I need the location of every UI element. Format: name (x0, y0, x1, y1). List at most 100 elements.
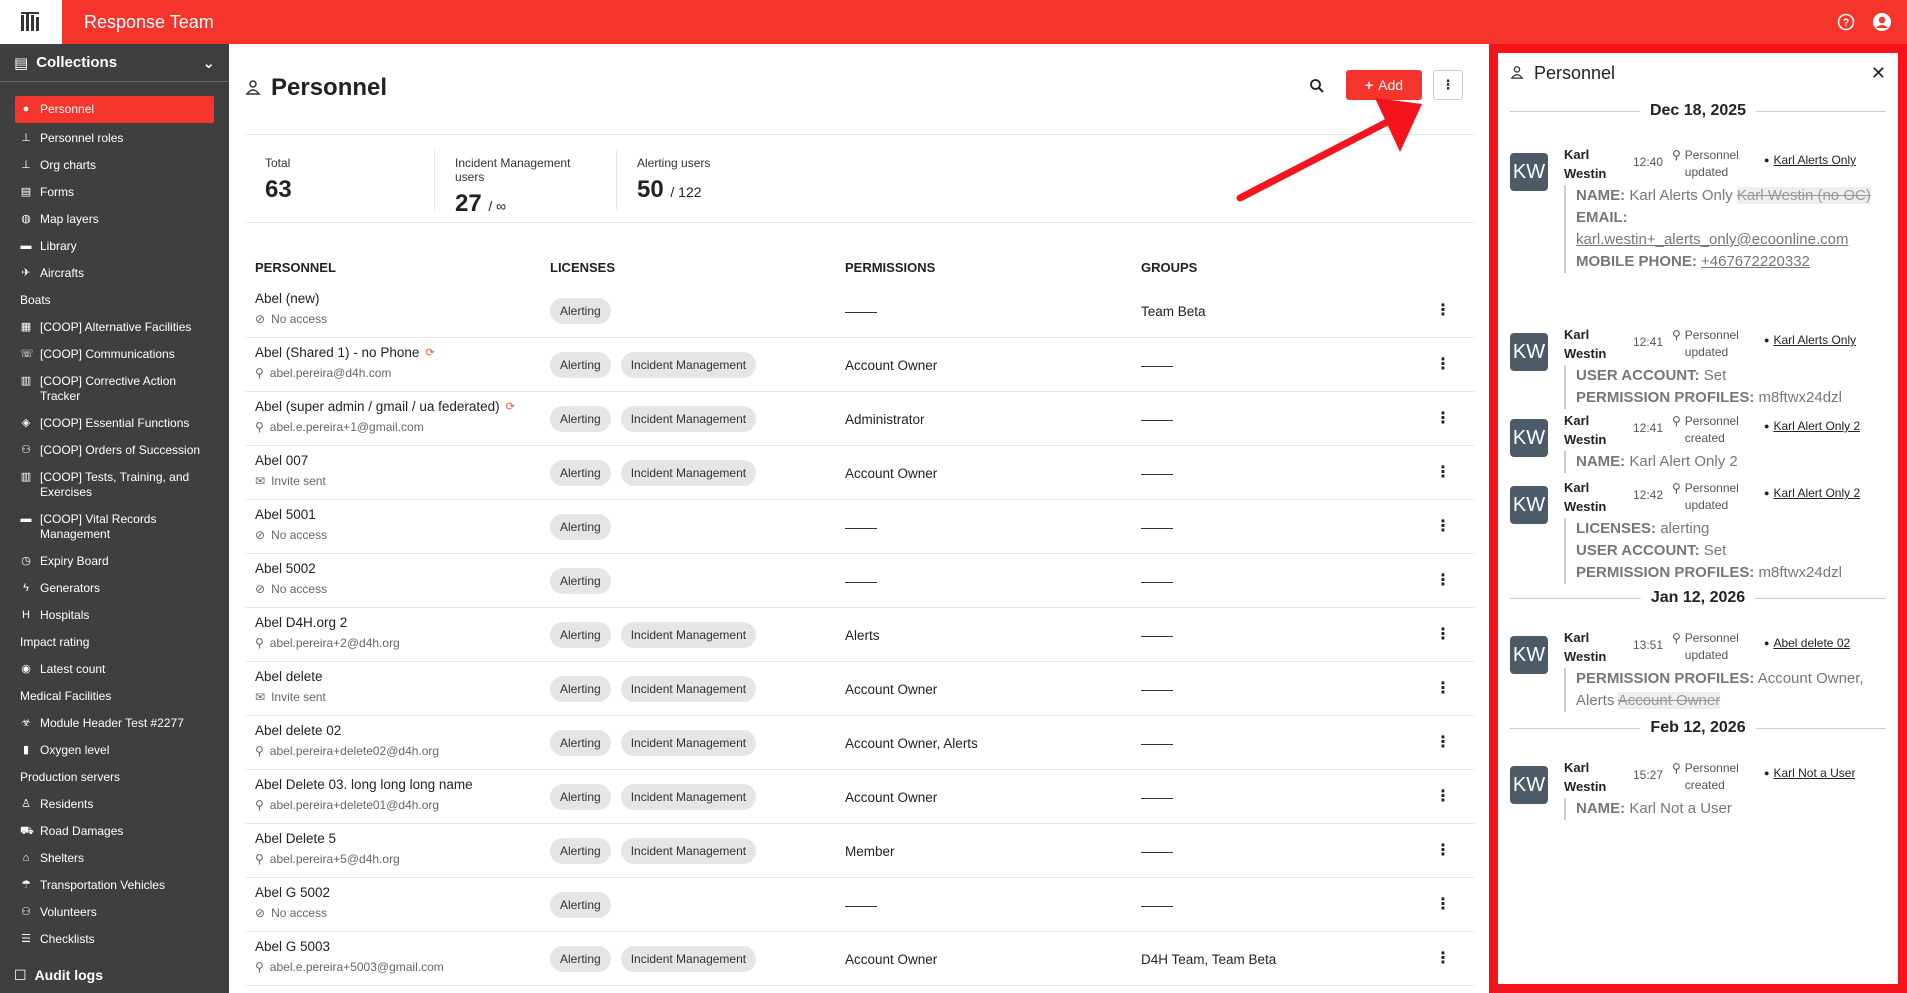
sidebar-item-coop-tests-training-and-exercises[interactable]: ▥ [COOP] Tests, Training, and Exercises (15, 464, 214, 506)
personnel-name[interactable]: Abel delete (255, 669, 323, 684)
detail-value[interactable]: karl.westin+_alerts_only@ecoonline.com (1576, 231, 1848, 248)
sidebar-item-label: Latest count (40, 662, 106, 676)
table-row[interactable]: Abel 5002 ⊘ No access Alerting ⋮ (245, 554, 1475, 608)
personnel-status: ✉ Invite sent (255, 474, 326, 488)
table-row[interactable]: Abel delete ✉ Invite sent Alerting Incident … (245, 662, 1475, 716)
sidebar-item-impact-rating[interactable]: Impact rating (15, 629, 214, 656)
help-circle-icon[interactable]: ? (1835, 11, 1857, 33)
sidebar-item-hospitals[interactable]: H Hospitals (15, 602, 214, 629)
column-groups[interactable]: GROUPS (1141, 260, 1197, 275)
sidebar-item-transportation-vehicles[interactable]: ☂ Transportation Vehicles (15, 872, 214, 899)
sidebar-item-generators[interactable]: ϟ Generators (15, 575, 214, 602)
personnel-name[interactable]: Abel 5002 (255, 561, 316, 576)
personnel-name[interactable]: Abel 5001 (255, 507, 316, 522)
sidebar-item-oxygen-level[interactable]: ▮ Oxygen level (15, 737, 214, 764)
sidebar-item-label: Aircrafts (40, 266, 85, 280)
sidebar-item-coop-corrective-action-tracker[interactable]: ▥ [COOP] Corrective Action Tracker (15, 368, 214, 410)
sidebar-item-forms[interactable]: ▤ Forms (15, 179, 214, 206)
row-menu-icon[interactable]: ⋮ (1435, 354, 1451, 374)
row-menu-icon[interactable]: ⋮ (1435, 948, 1451, 968)
row-menu-icon[interactable]: ⋮ (1435, 840, 1451, 860)
sidebar-item-personnel-roles[interactable]: ⊥ Personnel roles (15, 125, 214, 152)
sidebar-item-road-damages[interactable]: ⛟ Road Damages (15, 818, 214, 845)
table-row[interactable]: Abel 5001 ⊘ No access Alerting ⋮ (245, 500, 1475, 554)
sidebar-item-library[interactable]: ▬ Library (15, 233, 214, 260)
person-icon: ⚲ (255, 852, 264, 866)
sidebar-item-latest-count[interactable]: ◉ Latest count (15, 656, 214, 683)
close-icon[interactable]: ✕ (1871, 63, 1886, 84)
table-row[interactable]: Abel G 5003 ⚲ abel.e.pereira+5003@gmail.co… (245, 932, 1475, 986)
personnel-name[interactable]: Abel Delete 5 (255, 831, 336, 846)
table-row[interactable]: Abel Delete 5 ⚲ abel.pereira+5@d4h.org Aler… (245, 824, 1475, 878)
personnel-name[interactable]: Abel (new) (255, 291, 320, 306)
date-label: Dec 18, 2025 (1649, 102, 1747, 119)
column-permissions[interactable]: PERMISSIONS (845, 260, 935, 275)
sidebar-item-coop-essential-functions[interactable]: ◈ [COOP] Essential Functions (15, 410, 214, 437)
detail-value[interactable]: +467672220332 (1701, 253, 1810, 270)
sidebar-item-org-charts[interactable]: ⊥ Org charts (15, 152, 214, 179)
activity-subject-link[interactable]: ● Karl Not a User (1764, 766, 1886, 780)
detail-value: m8ftwx24dzl (1758, 389, 1842, 406)
row-menu-icon[interactable]: ⋮ (1435, 300, 1451, 320)
table-row[interactable]: Abel (super admin / gmail / ua federated… (245, 392, 1475, 446)
personnel-name[interactable]: Abel Delete 03. long long long name (255, 777, 473, 792)
type-line1: Personnel (1684, 148, 1739, 162)
sidebar-item-personnel[interactable]: ● Personnel (15, 96, 214, 123)
personnel-name[interactable]: Abel D4H.org 2 (255, 615, 347, 630)
personnel-name[interactable]: Abel G 5002 (255, 885, 330, 900)
account-circle-icon[interactable] (1871, 11, 1893, 33)
sidebar-item-production-servers[interactable]: Production servers (15, 764, 214, 791)
table-row[interactable]: Abel (Shared 1) - no Phone ⟳ ⚲ abel.pereira… (245, 338, 1475, 392)
collections-header[interactable]: ▤ Collections ⌄ (0, 44, 229, 82)
globe-icon: ◍ (21, 213, 31, 225)
table-row[interactable]: Abel 007 ✉ Invite sent Alerting Incident Man… (245, 446, 1475, 500)
personnel-name[interactable]: Abel 007 (255, 453, 308, 468)
personnel-name[interactable]: Abel delete 02 (255, 723, 341, 738)
activity-subject-link[interactable]: ● Abel delete 02 (1764, 636, 1886, 650)
activity-subject-link[interactable]: ● Karl Alerts Only (1764, 333, 1886, 347)
sidebar-item-aircrafts[interactable]: ✈ Aircrafts (15, 260, 214, 287)
row-menu-icon[interactable]: ⋮ (1435, 408, 1451, 428)
personnel-name[interactable]: Abel (super admin / gmail / ua federated… (255, 399, 515, 414)
row-menu-icon[interactable]: ⋮ (1435, 786, 1451, 806)
personnel-status: ⚲ abel.e.pereira+1@gmail.com (255, 420, 424, 434)
sidebar-item-expiry-board[interactable]: ◷ Expiry Board (15, 548, 214, 575)
row-menu-icon[interactable]: ⋮ (1435, 516, 1451, 536)
sidebar-item-coop-vital-records-management[interactable]: ▬ [COOP] Vital Records Management (15, 506, 214, 548)
table-row[interactable]: Abel delete 02 ⚲ abel.pereira+delete02@d4h… (245, 716, 1475, 770)
sidebar-item-map-layers[interactable]: ◍ Map layers (15, 206, 214, 233)
activity-subject-link[interactable]: ● Karl Alerts Only (1764, 153, 1886, 167)
sidebar-item-module-header-test-2277[interactable]: ☣ Module Header Test #2277 (15, 710, 214, 737)
license-chip: Incident Management (620, 460, 757, 486)
sidebar-item-coop-orders-of-succession[interactable]: ⚇ [COOP] Orders of Succession (15, 437, 214, 464)
sidebar-item-coop-alternative-facilities[interactable]: ▦ [COOP] Alternative Facilities (15, 314, 214, 341)
activity-subject-link[interactable]: ● Karl Alert Only 2 (1764, 419, 1886, 433)
row-menu-icon[interactable]: ⋮ (1435, 624, 1451, 644)
sidebar-item-coop-communications[interactable]: ☏ [COOP] Communications (15, 341, 214, 368)
sidebar-item-medical-facilities[interactable]: Medical Facilities (15, 683, 214, 710)
table-row[interactable]: Abel Delete 03. long long long name ⚲ abel… (245, 770, 1475, 824)
row-menu-icon[interactable]: ⋮ (1435, 732, 1451, 752)
sidebar-item-residents[interactable]: ♙ Residents (15, 791, 214, 818)
audit-logs-link[interactable]: ☐ Audit logs (0, 957, 229, 993)
row-menu-icon[interactable]: ⋮ (1435, 570, 1451, 590)
column-personnel[interactable]: PERSONNEL (255, 260, 336, 275)
activity-subject-link[interactable]: ● Karl Alert Only 2 (1764, 486, 1886, 500)
app-logo[interactable] (0, 0, 62, 44)
table-row[interactable]: Abel D4H.org 2 ⚲ abel.pereira+2@d4h.org Ale… (245, 608, 1475, 662)
row-menu-icon[interactable]: ⋮ (1435, 678, 1451, 698)
row-menu-icon[interactable]: ⋮ (1435, 894, 1451, 914)
sidebar-item-label: Checklists (40, 932, 95, 946)
sidebar-item-boats[interactable]: Boats (15, 287, 214, 314)
empty-dash (845, 905, 877, 907)
table-row[interactable]: Abel G 5002 ⊘ No access Alerting ⋮ (245, 878, 1475, 932)
personnel-name[interactable]: Abel (Shared 1) - no Phone ⟳ (255, 345, 435, 360)
column-licenses[interactable]: LICENSES (550, 260, 615, 275)
person-icon: ● (1764, 421, 1770, 431)
sidebar-item-shelters[interactable]: ⌂ Shelters (15, 845, 214, 872)
sidebar-item-checklists[interactable]: ☰ Checklists (15, 926, 214, 953)
row-menu-icon[interactable]: ⋮ (1435, 462, 1451, 482)
personnel-name[interactable]: Abel G 5003 (255, 939, 330, 954)
sidebar-item-volunteers[interactable]: ⚇ Volunteers (15, 899, 214, 926)
table-row[interactable]: Abel (new) ⊘ No access Alerting Team Beta ⋮ (245, 284, 1475, 338)
